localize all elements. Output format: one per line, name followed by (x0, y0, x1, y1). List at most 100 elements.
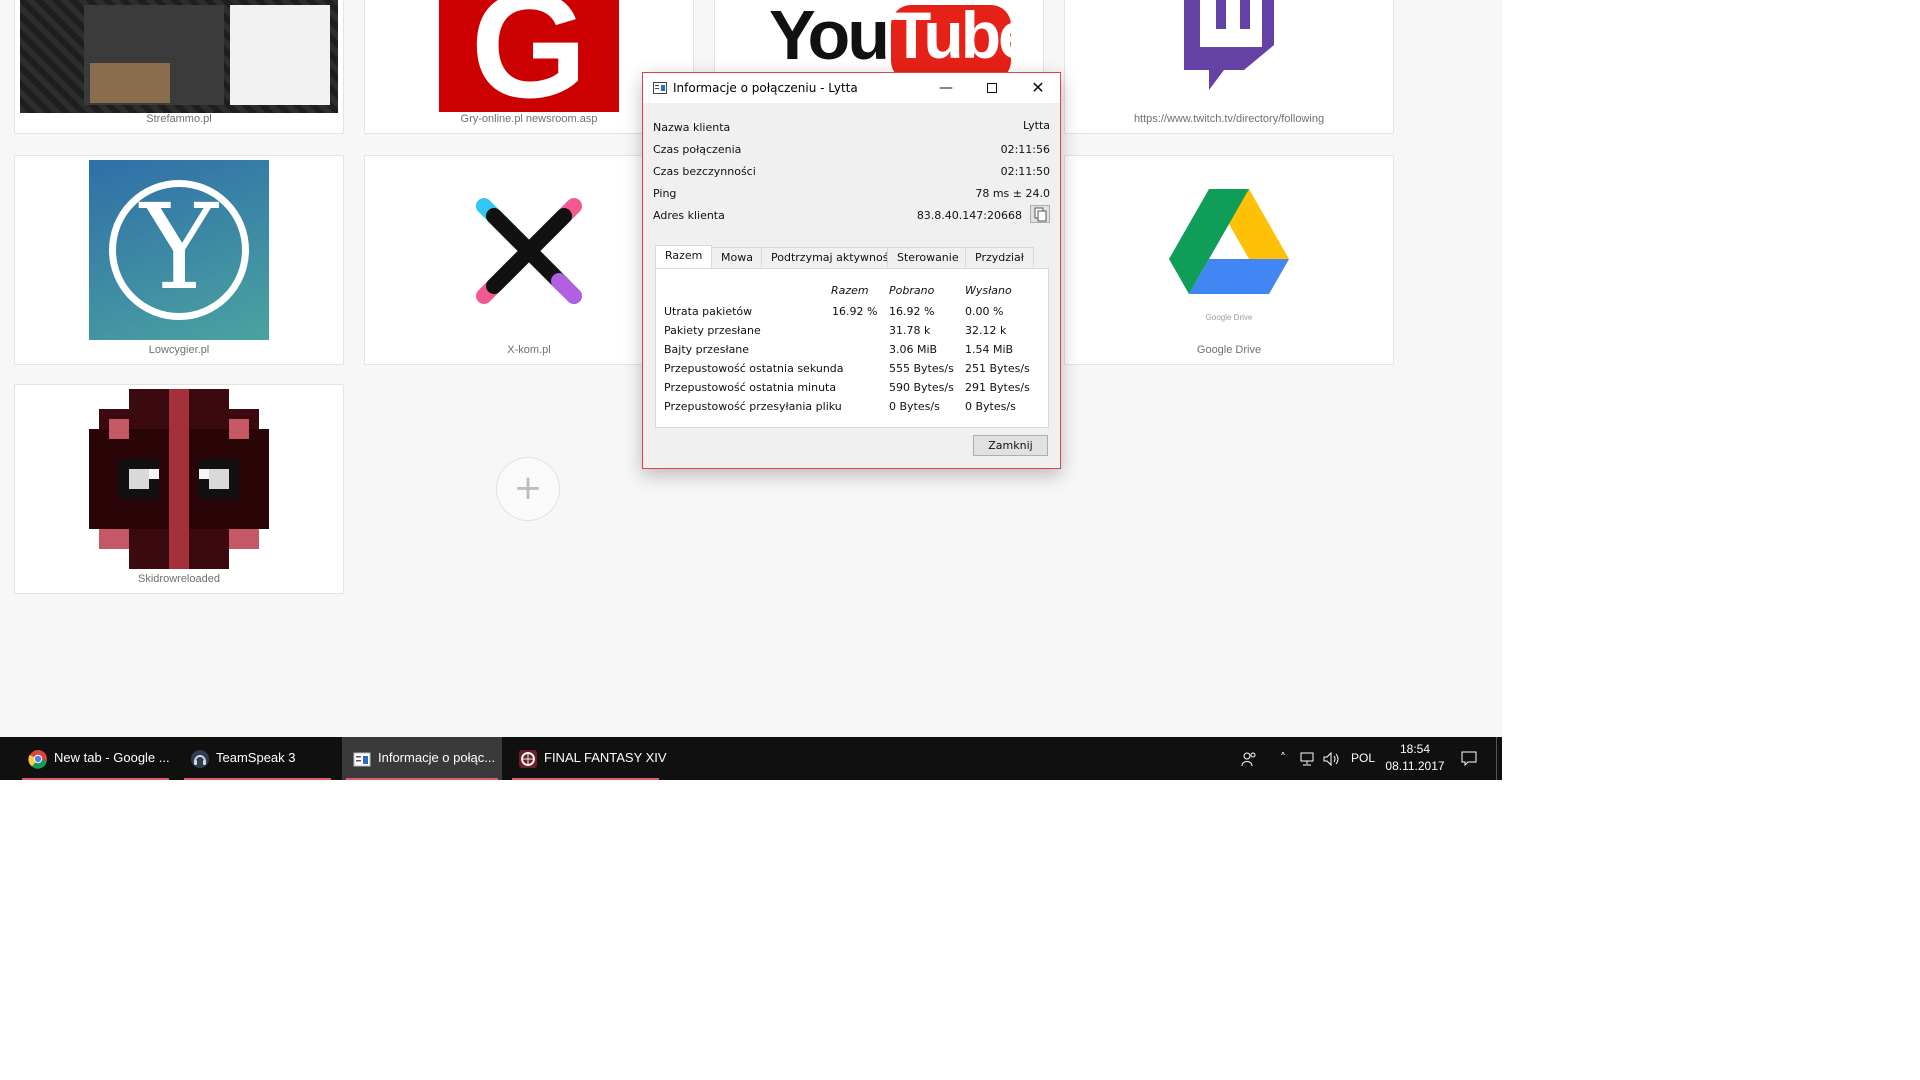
clock-date: 08.11.2017 (1385, 759, 1445, 773)
info-idle-time: Czas bezczynności 02:11:50 (653, 163, 1050, 181)
info-label: Nazwa klienta (653, 121, 731, 134)
youtube-logo-you: You (769, 0, 890, 74)
stat-sent: 1.54 MiB (965, 343, 1014, 356)
teamspeak-icon (191, 750, 209, 768)
maximize-icon (987, 83, 997, 93)
taskbar-item-teamspeak[interactable]: TeamSpeak 3 (180, 737, 335, 780)
speed-dial-tile-google-drive[interactable]: Google Drive Google Drive (1064, 155, 1394, 365)
stat-label: Przepustowość ostatnia minuta (664, 381, 837, 394)
network-icon (1300, 752, 1314, 766)
copy-icon (1034, 207, 1047, 222)
stat-sent: 0.00 % (965, 305, 1004, 318)
minimize-button[interactable]: — (923, 73, 969, 103)
tab-przydzial[interactable]: Przydział (965, 247, 1034, 267)
tile-label: Google Drive (1196, 344, 1262, 356)
info-ping: Ping 78 ms ± 24.0 (653, 185, 1050, 203)
stats-row: Przepustowość ostatnia sekunda 555 Bytes… (664, 362, 1048, 380)
close-icon: ✕ (1031, 78, 1045, 97)
taskbar-item-connection-info[interactable]: Informacje o połąc... (342, 737, 502, 780)
deadpool-pixel-logo (89, 389, 269, 569)
google-drive-logo (1169, 189, 1289, 294)
language-indicator[interactable]: POL (1348, 737, 1378, 780)
gry-online-logo: G (439, 0, 619, 129)
tab-mowa[interactable]: Mowa (711, 247, 763, 267)
browser-new-tab-page: Strefammo.pl G Gry-online.pl newsroom.as… (0, 0, 1502, 780)
stat-sent: 32.12 k (965, 324, 1007, 337)
minimize-icon: — (939, 80, 953, 96)
taskbar-item-label: FINAL FANTASY XIV (544, 750, 667, 765)
copy-address-button[interactable] (1030, 205, 1050, 223)
stats-row: Utrata pakietów 16.92 % 16.92 % 0.00 % (664, 305, 1048, 323)
column-header-downloaded: Pobrano (889, 284, 935, 297)
taskbar-item-chrome[interactable]: New tab - Google ... (18, 737, 173, 780)
info-value: 78 ms ± 24.0 (975, 187, 1050, 200)
connection-info-icon (653, 82, 667, 94)
tile-label: Lowcygier.pl (148, 344, 210, 356)
clock-time: 18:54 (1399, 742, 1431, 756)
stat-downloaded: 590 Bytes/s (889, 381, 954, 394)
info-client-name: Nazwa klienta Lytta (653, 119, 1050, 137)
action-center-button[interactable] (1452, 737, 1486, 780)
taskbar-item-indicator (22, 778, 169, 780)
connection-info-icon (353, 752, 371, 767)
stats-row: Bajty przesłane 3.06 MiB 1.54 MiB (664, 343, 1048, 361)
tab-podtrzymaj-aktywnosc[interactable]: Podtrzymaj aktywność (761, 247, 905, 267)
stats-panel: Razem Pobrano Wysłano Utrata pakietów 16… (655, 268, 1049, 428)
youtube-logo-tube: Tube (891, 2, 1035, 81)
tab-razem[interactable]: Razem (655, 245, 713, 268)
tile-label: Skidrowreloaded (138, 573, 220, 585)
network-button[interactable] (1296, 737, 1318, 780)
dialog-title: Informacje o połączeniu - Lytta (673, 81, 858, 95)
taskbar-item-indicator (512, 778, 659, 780)
ffxiv-icon (519, 750, 537, 768)
info-label: Ping (653, 187, 677, 200)
blank-area (1502, 0, 1920, 780)
info-connection-time: Czas połączenia 02:11:56 (653, 141, 1050, 159)
stat-downloaded: 16.92 % (889, 305, 935, 318)
stats-row: Przepustowość przesyłania pliku 0 Bytes/… (664, 400, 1048, 418)
volume-button[interactable] (1320, 737, 1344, 780)
dialog-titlebar[interactable]: Informacje o połączeniu - Lytta — ✕ (643, 73, 1060, 103)
stat-sent: 251 Bytes/s (965, 362, 1030, 375)
add-speed-dial-button[interactable]: + (496, 457, 560, 521)
lowcygier-logo-text: Y (140, 178, 218, 316)
column-header-sent: Wysłano (965, 284, 1012, 297)
twitch-logo (1184, 0, 1274, 90)
maximize-button[interactable] (969, 73, 1015, 103)
clock[interactable]: 18:54 08.11.2017 (1380, 741, 1450, 775)
speed-dial-tile-twitch[interactable]: https://www.twitch.tv/directory/followin… (1064, 0, 1394, 134)
strefammo-thumbnail (20, 0, 338, 113)
chrome-icon (28, 750, 47, 769)
x-kom-logo (476, 198, 582, 304)
info-value: 02:11:50 (1000, 165, 1050, 178)
speed-dial-tile-strefammo[interactable]: Strefammo.pl (14, 0, 344, 134)
people-button[interactable] (1236, 737, 1262, 780)
speaker-icon (1323, 751, 1339, 767)
info-label: Czas połączenia (653, 143, 742, 156)
people-icon (1241, 752, 1256, 766)
close-window-button[interactable]: ✕ (1015, 73, 1061, 103)
speed-dial-tile-lowcygier[interactable]: Y Lowcygier.pl (14, 155, 344, 365)
stat-downloaded: 555 Bytes/s (889, 362, 954, 375)
show-hidden-icons-button[interactable]: ˄ (1272, 737, 1294, 780)
stat-label: Przepustowość przesyłania pliku (664, 400, 842, 413)
stat-sent: 0 Bytes/s (965, 400, 1016, 413)
connection-info-dialog: Informacje o połączeniu - Lytta — ✕ Nazw… (642, 72, 1061, 469)
gry-online-logo-text: G (470, 0, 588, 129)
tab-sterowanie[interactable]: Sterowanie (887, 247, 969, 267)
info-client-address: Adres klienta 83.8.40.147:20668 (653, 205, 1050, 225)
taskbar-item-label: TeamSpeak 3 (216, 750, 296, 765)
stat-total: 16.92 % (832, 305, 878, 318)
tile-label: Strefammo.pl (146, 113, 212, 125)
info-value: Lytta (1023, 119, 1050, 132)
taskbar-item-ffxiv[interactable]: FINAL FANTASY XIV (508, 737, 667, 780)
taskbar-item-indicator (184, 778, 331, 780)
info-label: Czas bezczynności (653, 165, 756, 178)
speed-dial-tile-skidrowreloaded[interactable]: Skidrowreloaded (14, 384, 344, 594)
info-value: 83.8.40.147:20668 (916, 209, 1022, 222)
stat-sent: 291 Bytes/s (965, 381, 1030, 394)
taskbar-item-label: New tab - Google ... (54, 750, 170, 765)
close-button[interactable]: Zamknij (973, 435, 1048, 456)
column-header-total: Razem (831, 284, 869, 297)
notification-icon (1461, 751, 1477, 767)
